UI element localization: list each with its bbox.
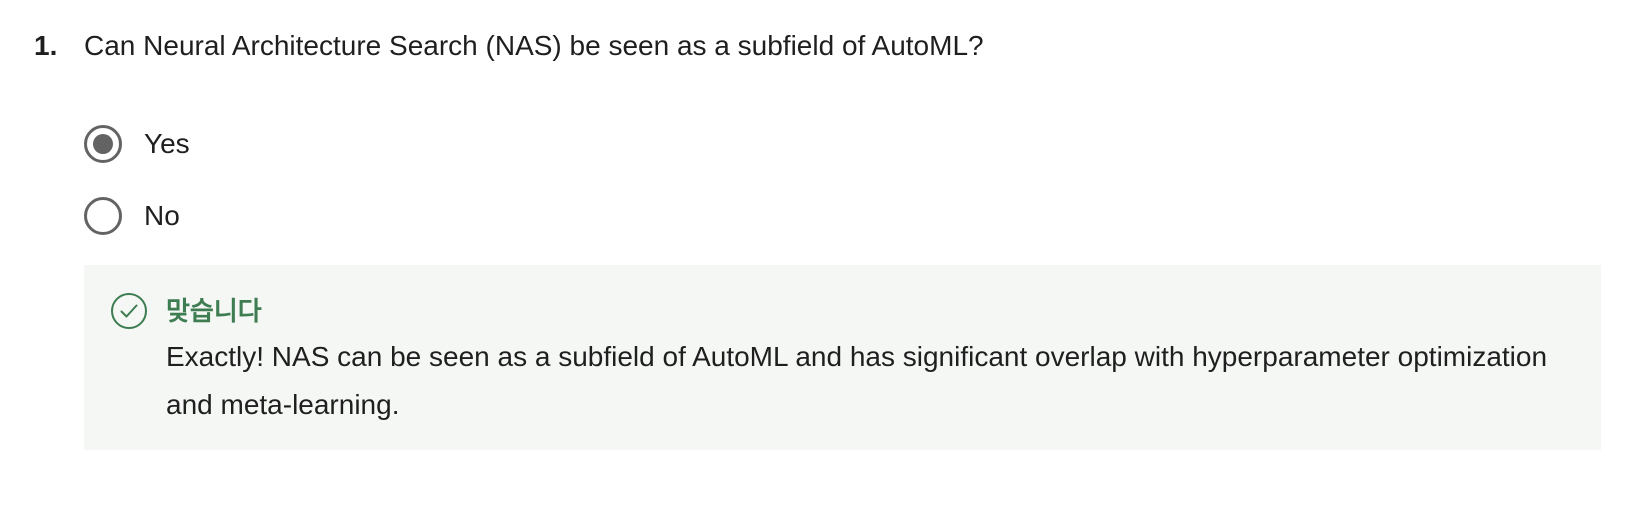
option-label-no[interactable]: No bbox=[144, 200, 180, 232]
check-circle-icon bbox=[111, 293, 147, 329]
radio-no[interactable] bbox=[84, 197, 122, 235]
feedback-panel: 맞습니다 Exactly! NAS can be seen as a subfi… bbox=[84, 265, 1601, 450]
feedback-message: Exactly! NAS can be seen as a subfield o… bbox=[166, 341, 1548, 420]
radio-yes[interactable] bbox=[84, 125, 122, 163]
question: 1. Can Neural Architecture Search (NAS) … bbox=[34, 30, 984, 62]
option-no[interactable]: No bbox=[84, 197, 180, 235]
question-text: Can Neural Architecture Search (NAS) be … bbox=[84, 30, 984, 61]
option-label-yes[interactable]: Yes bbox=[144, 128, 190, 160]
question-number: 1. bbox=[34, 30, 58, 61]
feedback-status: 맞습니다 bbox=[166, 296, 262, 326]
option-yes[interactable]: Yes bbox=[84, 125, 190, 163]
